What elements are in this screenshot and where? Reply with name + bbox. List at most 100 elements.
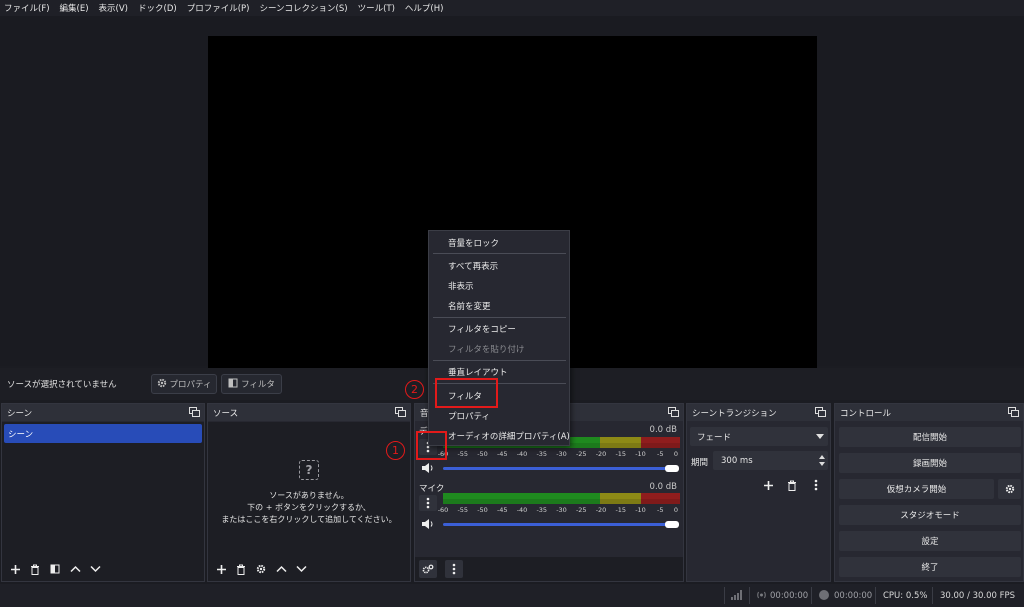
scale-label: -15 bbox=[615, 450, 627, 458]
controls-dock: コントロール 配信開始 録画開始 仮想カメラ開始 スタジオモード 設定 終了 bbox=[834, 403, 1024, 582]
question-mark-icon: ? bbox=[299, 460, 319, 480]
menu-item-unhide-all[interactable]: すべて再表示 bbox=[448, 260, 498, 272]
transitions-dock-title: シーントランジション bbox=[687, 404, 830, 421]
undock-icon[interactable] bbox=[189, 407, 200, 417]
gear-icon bbox=[157, 378, 167, 391]
volume-slider[interactable] bbox=[443, 467, 678, 470]
volume-slider-knob[interactable] bbox=[665, 465, 679, 472]
speaker-icon[interactable] bbox=[421, 518, 435, 530]
start-virtual-camera-button[interactable]: 仮想カメラ開始 bbox=[839, 479, 994, 499]
undock-icon[interactable] bbox=[1008, 407, 1019, 417]
scale-label: -50 bbox=[477, 506, 488, 514]
kebab-menu-icon[interactable] bbox=[419, 495, 437, 511]
sources-toolbar bbox=[208, 557, 410, 581]
scale-label: -25 bbox=[575, 506, 587, 514]
transitions-title: シーントランジション bbox=[692, 408, 777, 419]
properties-label: プロパティ bbox=[169, 380, 212, 390]
highlight-box-kebab bbox=[416, 431, 447, 460]
move-down-icon[interactable] bbox=[292, 560, 310, 578]
menu-tools[interactable]: ツール(T) bbox=[358, 2, 395, 14]
sources-dock: ソース ? ソースがありません。 下の + ボタンをクリックするか、 またはここ… bbox=[207, 403, 411, 582]
menu-profile[interactable]: プロファイル(P) bbox=[187, 2, 250, 14]
start-streaming-button[interactable]: 配信開始 bbox=[839, 427, 1021, 447]
exit-button[interactable]: 終了 bbox=[839, 557, 1021, 577]
scale-label: -5 bbox=[657, 450, 664, 458]
advanced-audio-gear-icon[interactable] bbox=[419, 560, 437, 578]
menu-help[interactable]: ヘルプ(H) bbox=[405, 2, 444, 14]
sources-title: ソース bbox=[213, 408, 239, 419]
audio-track-name: マイク bbox=[419, 484, 445, 494]
volume-slider[interactable] bbox=[443, 523, 678, 526]
scenes-dock-title: シーン bbox=[2, 404, 204, 421]
virtual-camera-gear-icon[interactable] bbox=[998, 479, 1021, 499]
add-transition-button[interactable] bbox=[759, 476, 777, 494]
trash-icon[interactable] bbox=[232, 560, 250, 578]
audio-track-db: 0.0 dB bbox=[649, 482, 677, 492]
menu-file[interactable]: ファイル(F) bbox=[4, 2, 50, 14]
empty-line: ソースがありません。 bbox=[269, 491, 349, 500]
duration-value: 300 ms bbox=[721, 455, 753, 466]
menu-item-paste-filters: フィルタを貼り付け bbox=[448, 345, 525, 355]
network-signal-icon bbox=[731, 590, 743, 603]
trash-icon[interactable] bbox=[26, 560, 44, 578]
gear-icon[interactable] bbox=[252, 560, 270, 578]
meter-scale: -60 -55 -50 -45 -40 -35 -30 -25 -20 -15 … bbox=[438, 506, 680, 514]
status-bar: 00:00:00 00:00:00 CPU: 0.5% 30.00 / 30.0… bbox=[0, 584, 1024, 607]
properties-button[interactable]: プロパティ bbox=[151, 374, 217, 394]
step-2-marker: 2 bbox=[405, 380, 424, 399]
move-down-icon[interactable] bbox=[86, 560, 104, 578]
menu-view[interactable]: 表示(V) bbox=[99, 2, 128, 14]
spin-down-icon[interactable] bbox=[819, 462, 825, 466]
scene-filter-icon[interactable] bbox=[46, 560, 64, 578]
scale-label: -40 bbox=[516, 506, 528, 514]
menu-item-hide[interactable]: 非表示 bbox=[448, 280, 474, 292]
menu-item-advanced-audio-properties[interactable]: オーディオの詳細プロパティ(A) bbox=[448, 430, 570, 442]
scale-label: -60 bbox=[437, 506, 449, 514]
menu-docks[interactable]: ドック(D) bbox=[138, 2, 177, 14]
duration-label: 期間 bbox=[691, 458, 709, 468]
studio-mode-button[interactable]: スタジオモード bbox=[839, 505, 1021, 525]
menu-item-vertical-layout[interactable]: 垂直レイアウト bbox=[448, 366, 508, 378]
sources-list[interactable]: ? ソースがありません。 下の + ボタンをクリックするか、 またはここを右クリ… bbox=[208, 422, 410, 581]
filters-button[interactable]: フィルタ bbox=[221, 374, 282, 394]
duration-input[interactable]: 300 ms bbox=[713, 451, 828, 470]
scale-label: -50 bbox=[477, 450, 488, 458]
menu-item-copy-filters[interactable]: フィルタをコピー bbox=[448, 323, 516, 335]
cpu-usage: CPU: 0.5% bbox=[883, 591, 928, 601]
sources-dock-title: ソース bbox=[208, 404, 410, 421]
move-up-icon[interactable] bbox=[272, 560, 290, 578]
scale-label: -30 bbox=[556, 506, 567, 514]
volume-slider-knob[interactable] bbox=[665, 521, 679, 528]
undock-icon[interactable] bbox=[815, 407, 826, 417]
start-recording-button[interactable]: 録画開始 bbox=[839, 453, 1021, 473]
undock-icon[interactable] bbox=[668, 407, 679, 417]
filters-label: フィルタ bbox=[241, 380, 275, 390]
add-scene-button[interactable] bbox=[6, 560, 24, 578]
undock-icon[interactable] bbox=[395, 407, 406, 417]
transition-selected-value: フェード bbox=[697, 432, 732, 443]
trash-icon[interactable] bbox=[783, 476, 801, 494]
scale-label: -5 bbox=[657, 506, 664, 514]
kebab-menu-icon[interactable] bbox=[445, 560, 463, 578]
move-up-icon[interactable] bbox=[66, 560, 84, 578]
speaker-icon[interactable] bbox=[421, 462, 435, 474]
audio-track-db: 0.0 dB bbox=[649, 425, 677, 435]
spin-up-icon[interactable] bbox=[819, 455, 825, 459]
menu-item-lock-volume[interactable]: 音量をロック bbox=[448, 237, 499, 249]
scale-label: -15 bbox=[615, 506, 627, 514]
scene-list-item[interactable]: シーン bbox=[4, 424, 202, 443]
menu-item-rename[interactable]: 名前を変更 bbox=[448, 300, 491, 312]
scenes-list[interactable]: シーン bbox=[2, 422, 204, 581]
menu-item-properties[interactable]: プロパティ bbox=[448, 410, 490, 422]
menu-edit[interactable]: 編集(E) bbox=[60, 2, 89, 14]
step-1-marker: 1 bbox=[386, 441, 405, 460]
settings-button[interactable]: 設定 bbox=[839, 531, 1021, 551]
add-source-button[interactable] bbox=[212, 560, 230, 578]
chevron-down-icon bbox=[816, 434, 824, 439]
scenes-title: シーン bbox=[7, 408, 33, 419]
audio-toolbar bbox=[415, 557, 683, 581]
transition-select[interactable]: フェード bbox=[690, 427, 828, 446]
kebab-menu-icon[interactable] bbox=[807, 476, 825, 494]
stream-status-icon bbox=[756, 590, 767, 603]
menu-scene-collection[interactable]: シーンコレクション(S) bbox=[259, 2, 347, 14]
